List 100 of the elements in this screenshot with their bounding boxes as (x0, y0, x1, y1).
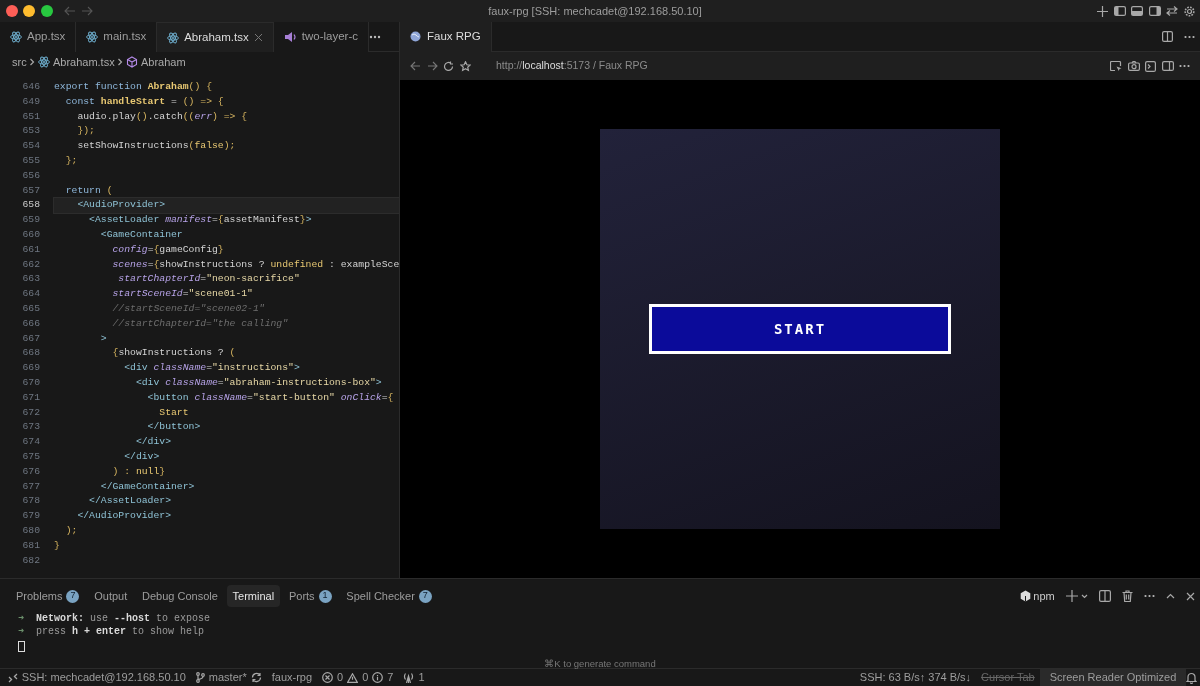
browser-tab[interactable]: Faux RPG (400, 21, 492, 52)
panel-tab[interactable]: Ports 1 (282, 584, 338, 608)
port-count: 1 (418, 670, 425, 686)
editor-tab[interactable]: main.tsx (76, 22, 158, 52)
code-line: startChapterId="neon-sacrifice" (117, 272, 301, 287)
inspect-icon[interactable] (1110, 60, 1122, 72)
plus-icon[interactable] (1097, 5, 1108, 17)
line-number: 679 (21, 509, 41, 524)
line-number: 664 (21, 287, 41, 302)
code-line: </div> (123, 449, 161, 464)
panel-tab[interactable]: Problems 7 (10, 584, 86, 608)
chevron-right-icon (117, 58, 124, 66)
code-line: startSceneId="scene01-1" (111, 287, 254, 302)
antenna-icon (403, 672, 415, 683)
settings-icon[interactable] (1183, 5, 1195, 17)
reload-icon[interactable] (443, 60, 454, 72)
terminal-line: Network: use --host to expose (36, 611, 211, 625)
sidebar-right-icon[interactable] (1148, 6, 1161, 16)
breadcrumb[interactable]: Abraham (140, 53, 186, 71)
code-line: setShowInstructions(false); (76, 139, 237, 154)
panel-tab[interactable]: Output (88, 584, 134, 608)
back-arrow-icon[interactable] (410, 61, 421, 71)
camera-icon[interactable] (1127, 61, 1140, 71)
code-line: <AssetLoader manifest={assetManifest}> (88, 213, 313, 228)
close-window-icon[interactable] (5, 5, 18, 17)
editor-tab[interactable]: two-layer-c (273, 22, 369, 52)
code-line: //startSceneId="scene02-1" (111, 301, 266, 316)
code-line: {showInstructions ? ( (111, 346, 237, 361)
problems-indicator[interactable]: 0 0 7 (317, 668, 399, 686)
split-editor-icon[interactable] (1161, 31, 1173, 42)
line-number: 671 (21, 390, 41, 405)
chevron-down-icon[interactable] (1080, 593, 1088, 599)
panel-tab[interactable]: Spell Checker 7 (340, 584, 438, 608)
chevron-up-icon[interactable] (1165, 593, 1175, 599)
prompt-arrow: ➜ (18, 624, 25, 638)
breadcrumb[interactable]: Abraham.tsx (52, 53, 115, 71)
code-line: }; (64, 154, 79, 168)
sidebar-left-icon[interactable] (1113, 6, 1126, 16)
panel-tab[interactable]: Terminal (226, 584, 281, 608)
close-icon[interactable] (253, 33, 263, 42)
line-number: 656 (21, 168, 41, 183)
project-name[interactable]: faux-rpg (266, 668, 318, 686)
forward-arrow-icon[interactable] (426, 61, 438, 71)
more-icon[interactable] (1143, 594, 1155, 598)
breadcrumb[interactable]: src (12, 53, 27, 71)
code-line: ); (64, 523, 79, 538)
start-button[interactable]: START (649, 304, 951, 354)
url-field[interactable]: http://localhost:5173 / Faux RPG (496, 58, 648, 74)
close-icon[interactable] (1185, 591, 1195, 601)
bell-icon[interactable] (1186, 671, 1198, 684)
line-number: 667 (21, 331, 41, 346)
count-badge: 7 (418, 589, 432, 603)
ports-indicator[interactable]: 1 (398, 668, 430, 686)
panel-bottom-icon[interactable] (1131, 6, 1143, 16)
code-line: <div className="abraham-instructions-box"> (134, 375, 383, 390)
more-icon[interactable] (1183, 34, 1195, 39)
star-icon[interactable] (459, 60, 471, 72)
code-line: } (54, 538, 61, 553)
line-number: 659 (21, 213, 41, 228)
line-number: 682 (21, 553, 41, 568)
code-line: ) : null} (111, 464, 167, 479)
line-number: 669 (21, 361, 41, 376)
line-number: 677 (21, 479, 41, 494)
react-icon (86, 31, 99, 43)
network-traffic: SSH: 63 B/s↑ 374 B/s↓ (858, 670, 973, 686)
react-icon (10, 31, 22, 43)
screen-reader-status[interactable]: Screen Reader Optimized (1039, 668, 1187, 686)
panel-tab[interactable]: Debug Console (136, 584, 224, 608)
window-title: faux-rpg [SSH: mechcadet@192.168.50.10] (487, 3, 703, 19)
code-line: <button className="start-button" onClick={ (146, 390, 395, 405)
sync-icon (250, 672, 262, 683)
sidebar-right-icon[interactable] (1161, 61, 1174, 71)
globe-icon (410, 31, 421, 42)
terminal-profile[interactable]: npm (1033, 587, 1055, 605)
code-line: audio.play().catch((err) => { (76, 109, 249, 124)
branch-indicator[interactable]: master* (190, 668, 267, 686)
line-number: 672 (21, 405, 41, 420)
line-number: 681 (21, 538, 41, 553)
editor-tab[interactable]: Abraham.tsx (157, 22, 274, 52)
line-number: 651 (21, 109, 41, 124)
code-line: return ( (64, 183, 114, 198)
line-number: 675 (21, 449, 41, 464)
prompt-arrow: ➜ (18, 611, 25, 625)
editor-tab[interactable]: App.tsx (0, 22, 77, 52)
maximize-window-icon[interactable] (40, 5, 53, 17)
line-number: 670 (21, 375, 41, 390)
line-number: 653 (21, 124, 41, 139)
code-line: config={gameConfig} (111, 242, 225, 257)
trash-icon[interactable] (1121, 590, 1133, 602)
line-number: 658 (21, 198, 41, 213)
remote-indicator[interactable]: SSH: mechcadet@192.168.50.10 (2, 668, 191, 686)
code-line: //startChapterId="the calling" (111, 316, 290, 331)
warning-count: 0 (362, 670, 369, 686)
split-terminal-icon[interactable] (1098, 590, 1111, 602)
code-line: scenes={showInstructions ? undefined : exampleSce (111, 257, 399, 272)
swap-arrows-icon[interactable] (1166, 6, 1178, 16)
terminal-icon[interactable] (1145, 60, 1156, 72)
plus-icon[interactable] (1065, 590, 1078, 602)
more-icon[interactable] (1179, 64, 1190, 68)
minimize-window-icon[interactable] (23, 5, 35, 17)
